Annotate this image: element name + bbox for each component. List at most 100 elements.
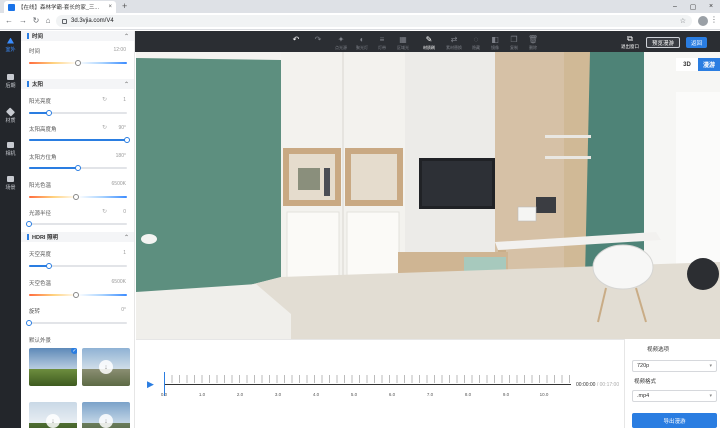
view-roam-button[interactable]: 漫游 <box>698 58 720 71</box>
hdri-thumb-2[interactable]: ↓ <box>82 348 130 386</box>
sun-brightness-value: 1 <box>123 97 126 103</box>
download-icon[interactable]: ↓ <box>99 414 113 428</box>
slider-knob[interactable] <box>75 60 81 66</box>
tool-point-light[interactable]: ✦ 点光源 <box>332 35 350 51</box>
browser-menu-icon[interactable]: ⋮ <box>710 15 718 24</box>
timeline-panel: ▶ 0.0 1.0 2.0 3.0 4.0 5.0 6.0 7.0 8.0 9.0 10.0 00:… <box>136 339 624 428</box>
chevron-up-icon: ⌃ <box>123 33 129 40</box>
tool-label: 点光源 <box>335 45 347 50</box>
sun-azimuth-slider[interactable] <box>29 165 127 171</box>
hdri-thumb-1[interactable]: ✓ <box>29 348 77 386</box>
back-button[interactable]: 返回 <box>686 37 708 48</box>
back-icon[interactable]: ← <box>4 16 14 26</box>
sidenav-item-camera[interactable]: 相机 <box>0 137 21 161</box>
chevron-up-icon: ⌃ <box>123 234 129 241</box>
preview-roam-button[interactable]: 预览漫游 <box>646 37 681 48</box>
reset-icon[interactable]: ↻ <box>102 124 107 131</box>
exit-window-button[interactable]: ⧉ 退出窗口 <box>621 34 639 50</box>
tool-material-brush[interactable]: ✎ 材质刷 <box>420 35 438 51</box>
url-text: 3d.3vjia.com/V4 <box>71 18 114 24</box>
play-icon[interactable]: ▶ <box>147 379 154 390</box>
slider-knob[interactable] <box>73 194 80 200</box>
new-tab-button[interactable]: + <box>122 1 127 12</box>
reload-icon[interactable]: ↻ <box>31 16 41 26</box>
sidenav-item-outdoor[interactable]: 室外 <box>0 33 21 57</box>
sun-color-temp-slider[interactable] <box>29 194 127 200</box>
tick-label: 4.0 <box>312 392 320 397</box>
light-radius-slider[interactable] <box>26 221 127 227</box>
slider-knob[interactable] <box>124 137 130 143</box>
reset-icon[interactable]: ↻ <box>102 96 107 103</box>
browser-tab-bar: 【在线】森林学霸-套长的家_三... × + – ▢ × <box>0 0 720 13</box>
download-icon[interactable]: ↓ <box>99 360 113 374</box>
tool-spotlight[interactable]: ◐ 聚光灯 <box>353 35 371 51</box>
tool-undo[interactable]: ↶ <box>287 35 305 44</box>
sun-brightness-slider[interactable] <box>29 110 127 116</box>
tool-copy[interactable]: ❐ 复制 <box>505 35 523 51</box>
sidenav-item-material[interactable]: 材质 <box>0 104 21 128</box>
sidenav-label: 材质 <box>5 117 16 124</box>
hdri-thumb-3[interactable]: ↓ <box>29 402 77 428</box>
tool-light-strip[interactable]: ≡ 灯带 <box>373 35 391 51</box>
tool-hide[interactable]: ◌ 隐藏 <box>467 35 485 51</box>
tab-close-icon[interactable]: × <box>108 4 112 10</box>
app-root: 室外 后期 材质 相机 场景 时间 ⌃ 时间 12:00 太阳 ⌃ 阳光亮度 ↻ 1… <box>0 31 720 428</box>
slider-knob[interactable] <box>26 320 32 326</box>
minimize-icon[interactable]: – <box>666 0 684 13</box>
sidenav-label: 相机 <box>5 150 16 157</box>
default-background-label: 默认外景 <box>29 338 52 344</box>
maximize-icon[interactable]: ▢ <box>684 0 702 13</box>
close-window-icon[interactable]: × <box>702 0 720 13</box>
export-roam-button[interactable]: 导出漫游 <box>632 413 717 428</box>
view-3d-button[interactable]: 3D <box>676 58 698 71</box>
render-viewport[interactable]: 3D 漫游 <box>136 52 720 339</box>
account-avatar[interactable] <box>698 16 708 26</box>
tool-label: 灯带 <box>378 45 386 50</box>
spotlight-icon: ◐ <box>359 35 365 44</box>
tool-label: 素材替换 <box>446 45 462 50</box>
sky-brightness-slider[interactable] <box>29 263 127 269</box>
download-icon[interactable]: ↓ <box>46 414 60 428</box>
tool-replace[interactable]: ⇄ 素材替换 <box>445 35 463 51</box>
slider-knob[interactable] <box>26 221 32 227</box>
light-radius-value: 0 <box>123 209 126 215</box>
slider-knob[interactable] <box>45 263 52 269</box>
tool-mirror[interactable]: ◧ 镜像 <box>486 35 504 51</box>
tick-label: 5.0 <box>350 392 358 397</box>
reset-icon[interactable]: ↻ <box>102 208 107 215</box>
tool-redo[interactable]: ↷ <box>309 35 327 44</box>
sidenav-label: 场景 <box>5 184 16 191</box>
slider-knob[interactable] <box>45 110 52 116</box>
sidenav-item-scene[interactable]: 场景 <box>0 171 21 195</box>
scene-icon <box>7 175 14 182</box>
slider-knob[interactable] <box>75 165 81 171</box>
forward-icon[interactable]: → <box>18 16 28 26</box>
resolution-select[interactable]: 720p ▾ <box>632 360 717 372</box>
browser-tab[interactable]: 【在线】森林学霸-套长的家_三... × <box>4 1 116 13</box>
section-time[interactable]: 时间 ⌃ <box>21 31 134 41</box>
sidenav-item-post[interactable]: 后期 <box>0 69 21 93</box>
sliders-icon <box>7 73 14 80</box>
time-slider[interactable] <box>29 60 127 66</box>
url-field[interactable]: 3d.3vjia.com/V4 ☆ <box>56 15 692 27</box>
tick-label: 2.0 <box>236 392 244 397</box>
sky-color-temp-slider[interactable] <box>29 292 127 298</box>
section-sun[interactable]: 太阳 ⌃ <box>21 79 134 89</box>
tool-label: 聚光灯 <box>356 45 368 50</box>
export-panel: 视频选项 720p ▾ 视频格式 .mp4 ▾ 导出漫游 <box>624 339 720 428</box>
tool-area-light[interactable]: ▦ 区域光 <box>394 35 412 51</box>
sun-altitude-slider[interactable] <box>29 137 130 143</box>
hdri-thumb-4[interactable]: ↓ <box>82 402 130 428</box>
side-nav: 室外 后期 材质 相机 场景 <box>0 31 21 428</box>
exit-window-icon: ⧉ <box>627 34 633 43</box>
rotation-slider[interactable] <box>26 320 127 326</box>
section-hdri[interactable]: HDRI 照明 ⌃ <box>21 232 134 242</box>
home-icon[interactable]: ⌂ <box>43 16 53 26</box>
timecode: 00:00:00 / 00:17:00 <box>576 382 619 388</box>
bookmark-star-icon[interactable]: ☆ <box>680 17 686 25</box>
slider-knob[interactable] <box>73 292 80 298</box>
timeline-track[interactable] <box>164 384 571 385</box>
tool-label: 隐藏 <box>472 45 480 50</box>
format-select[interactable]: .mp4 ▾ <box>632 390 717 402</box>
tool-delete[interactable]: 🗑 删除 <box>524 35 542 51</box>
